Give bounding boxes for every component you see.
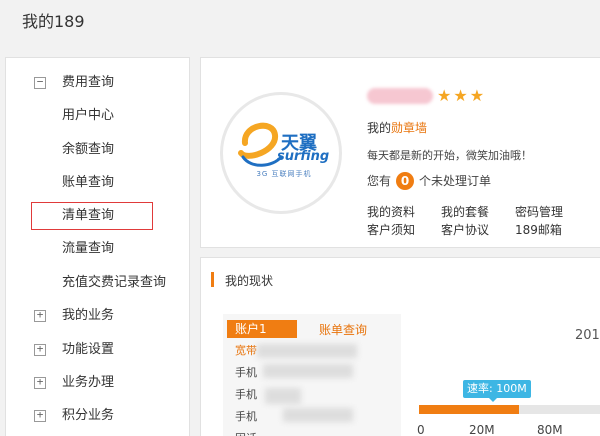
orders-suffix: 个未处理订单 (419, 174, 492, 188)
pending-order-count[interactable]: 0 (396, 172, 415, 190)
nav-item-detail-query[interactable]: 清单查询 (6, 201, 191, 231)
medal-line: 我的勋章墙 (367, 119, 427, 136)
motto-text: 每天都是新的开始，微笑加油哦！ (367, 149, 532, 162)
page-title: 我的189 (22, 12, 85, 31)
nav-group-label[interactable]: 积分业务 (62, 401, 114, 431)
tick-label: 0 (417, 423, 425, 436)
nav-item-traffic-query[interactable]: 流量查询 (6, 234, 191, 264)
nav-group-label[interactable]: 功能设置 (62, 335, 114, 365)
expand-icon[interactable]: + (34, 409, 46, 422)
expand-icon[interactable]: + (34, 376, 46, 389)
nav-item-label[interactable]: 清单查询 (62, 201, 114, 231)
nav-group-fee-query[interactable]: − 费用查询 (6, 68, 191, 98)
status-title: 我的现状 (225, 274, 274, 288)
brand-tagline: 3G 互联网手机 (256, 170, 312, 178)
password-management-link[interactable]: 密码管理 (515, 203, 563, 220)
speed-badge: 速率: 100M (463, 380, 531, 402)
account-row-mobile: 手机 (235, 366, 257, 379)
sidebar: − 费用查询 用户中心 余额查询 账单查询 清单查询 流量查询 充值交费记录查询… (5, 57, 190, 436)
star-rating: ★★★ (437, 86, 487, 105)
status-card: 我的现状 账户1 账单查询 宽带 手机 手机 手机 固话 2019 速率: 10… (200, 257, 600, 436)
nav-item-label[interactable]: 余额查询 (62, 135, 114, 165)
redacted-block (257, 344, 357, 358)
expand-icon[interactable]: + (34, 343, 46, 356)
nav-item-recharge-records[interactable]: 充值交费记录查询 (6, 268, 191, 298)
nav-group-my-business[interactable]: + 我的业务 (6, 301, 191, 331)
profile-card: 天翼 surfing 3G 互联网手机 ★★★ 我的勋章墙 每天都是新的开始，微… (200, 57, 600, 248)
chart-year-label: 2019 (575, 328, 600, 343)
redacted-block (265, 388, 301, 404)
redacted-block (263, 364, 353, 378)
nav-item-label[interactable]: 账单查询 (62, 168, 114, 198)
nav-item-label[interactable]: 流量查询 (62, 234, 114, 264)
tab-account-1[interactable]: 账户1 (227, 320, 297, 338)
account-row-broadband: 宽带 (235, 344, 257, 357)
expand-icon[interactable]: + (34, 309, 46, 322)
speed-progress-track (419, 405, 600, 414)
collapse-icon[interactable]: − (34, 76, 46, 89)
pending-orders: 您有 0 个未处理订单 (367, 172, 491, 190)
nav-item-label[interactable]: 用户中心 (62, 101, 114, 131)
nav-group-settings[interactable]: + 功能设置 (6, 335, 191, 365)
nav-item-bill-query[interactable]: 账单查询 (6, 168, 191, 198)
tab-bill-query[interactable]: 账单查询 (319, 321, 367, 338)
nav-item-balance-query[interactable]: 余额查询 (6, 135, 191, 165)
customer-agreement-link[interactable]: 客户协议 (441, 221, 489, 238)
account-row-mobile: 手机 (235, 388, 257, 401)
orders-prefix: 您有 (367, 174, 392, 188)
tick-label: 80M (537, 423, 563, 436)
brand-en: surfing (277, 149, 330, 164)
nav-item-label[interactable]: 充值交费记录查询 (62, 268, 166, 298)
section-accent-bar (211, 272, 214, 287)
medal-wall-link[interactable]: 勋章墙 (391, 121, 427, 135)
my-profile-link[interactable]: 我的资料 (367, 203, 415, 220)
nav-group-label[interactable]: 业务办理 (62, 368, 114, 398)
speed-progress-fill (419, 405, 519, 414)
tick-label: 20M (469, 423, 495, 436)
user-name-redacted (367, 88, 433, 104)
medal-prefix: 我的 (367, 121, 392, 135)
nav-group-label[interactable]: 费用查询 (62, 68, 114, 98)
mailbox-189-link[interactable]: 189邮箱 (515, 221, 562, 238)
nav-group-label[interactable]: 我的业务 (62, 301, 114, 331)
nav-item-user-center[interactable]: 用户中心 (6, 101, 191, 131)
nav-group-points[interactable]: + 积分业务 (6, 401, 191, 431)
tianyi-logo: 天翼 surfing 3G 互联网手机 (220, 92, 342, 214)
my-plan-link[interactable]: 我的套餐 (441, 203, 489, 220)
account-row-landline: 固话 (235, 430, 257, 436)
account-row-mobile: 手机 (235, 410, 257, 423)
customer-notice-link[interactable]: 客户须知 (367, 221, 415, 238)
redacted-block (283, 408, 353, 422)
nav-group-business-handling[interactable]: + 业务办理 (6, 368, 191, 398)
account-panel: 账户1 账单查询 宽带 手机 手机 手机 固话 (223, 314, 401, 436)
